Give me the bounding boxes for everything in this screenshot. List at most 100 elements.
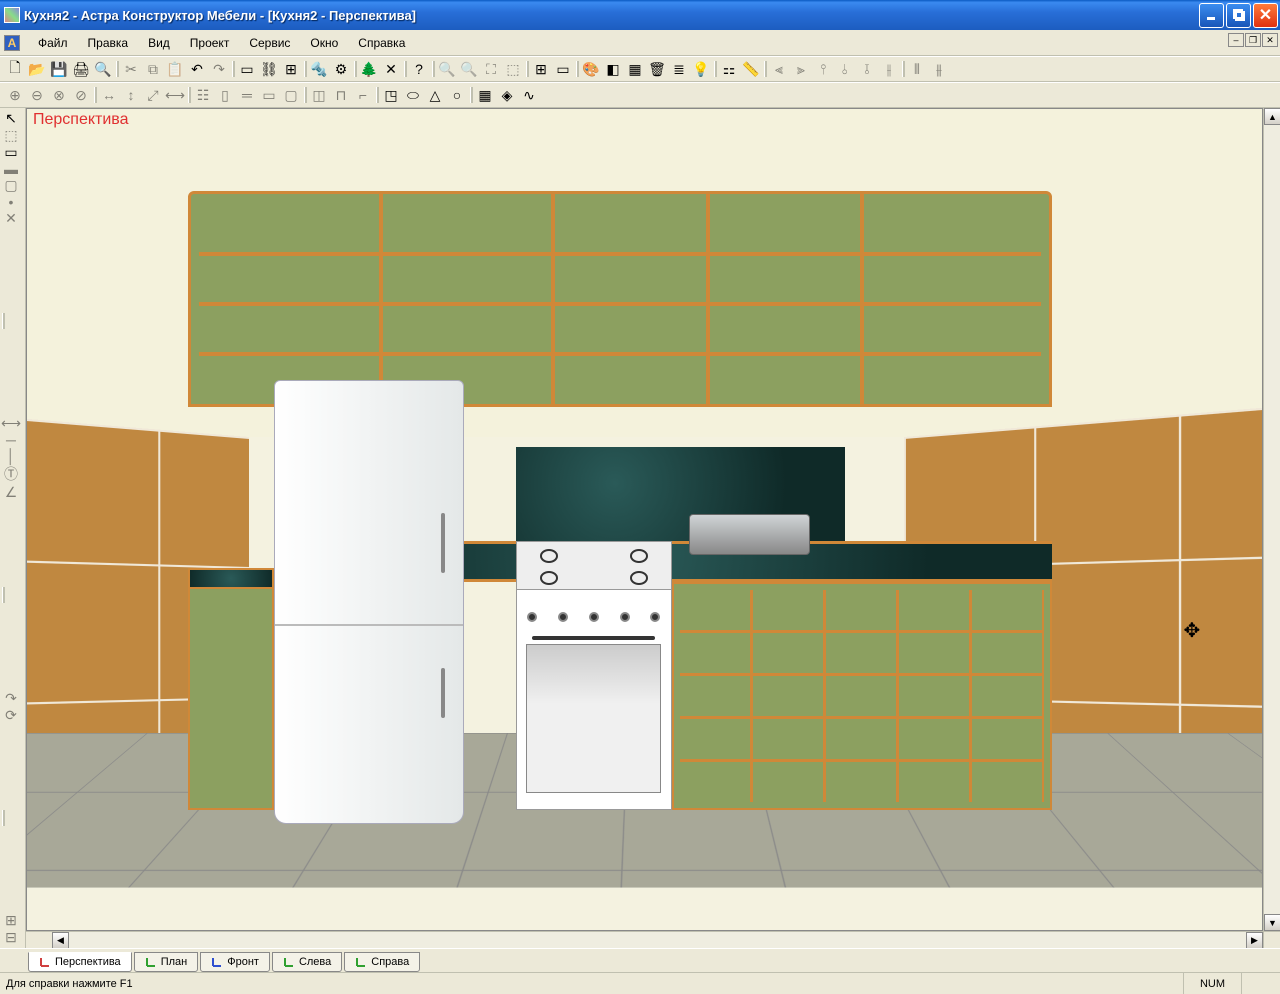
new-file-icon[interactable]: 🗋 <box>4 58 26 80</box>
scroll-right-button[interactable]: ▶ <box>1246 932 1263 948</box>
guide-v-icon: │ <box>0 448 22 464</box>
move-cursor-icon: ✥ <box>1183 618 1200 643</box>
material-icon[interactable]: ◈ <box>496 84 518 106</box>
print-preview-icon[interactable]: 🔍 <box>92 58 114 80</box>
view-axis-icon <box>355 956 367 968</box>
view-tab[interactable]: Перспектива <box>28 952 132 972</box>
zoom-fit-icon: ⛶ <box>480 58 502 80</box>
text-dim-icon: Ⓣ <box>0 464 22 484</box>
menu-item[interactable]: Правка <box>78 33 139 53</box>
mdi-restore-button[interactable]: ❐ <box>1245 33 1261 47</box>
toolbar-construction: ⊕⊖⊗⊘↔↕⤢⟷☷▯═▭▢◫⊓⌐◳⬭△○▦◈∿ <box>0 82 1280 108</box>
facade-icon: ▢ <box>280 84 302 106</box>
mdi-close-button[interactable]: ✕ <box>1262 33 1278 47</box>
construct-icon[interactable]: ⊞ <box>530 58 552 80</box>
guide-h-icon: ─ <box>0 432 22 448</box>
panel-icon[interactable]: ▭ <box>236 58 258 80</box>
dim-h-icon: ↔ <box>98 84 120 106</box>
align-right-icon: ⫸ <box>790 58 812 80</box>
menu-item[interactable]: Проект <box>180 33 240 53</box>
align-hcenter-icon: ⫱ <box>856 58 878 80</box>
dim-icon: ⟷ <box>164 84 186 106</box>
maximize-button[interactable] <box>1226 3 1251 28</box>
screw-icon[interactable]: 🔩 <box>308 58 330 80</box>
save-icon[interactable]: 💾 <box>48 58 70 80</box>
scrollbar-vertical[interactable]: ▲ ▼ <box>1263 108 1280 931</box>
rotate-icon: ⟳ <box>0 707 22 724</box>
menu-item[interactable]: Сервис <box>239 33 300 53</box>
scrollbar-horizontal[interactable]: ◀ ▶ <box>26 931 1280 948</box>
view-tab[interactable]: Фронт <box>200 952 270 972</box>
group-icon[interactable]: ⊞ <box>280 58 302 80</box>
view-axis-icon <box>283 956 295 968</box>
rect-outline-icon: ▢ <box>0 177 22 194</box>
pointer-icon[interactable]: ↖ <box>0 110 22 127</box>
box3d-icon[interactable]: ◳ <box>380 84 402 106</box>
status-resize-grip <box>1241 973 1274 994</box>
app-icon <box>4 7 20 23</box>
dim-v-icon: ↕ <box>120 84 142 106</box>
link-icon[interactable]: ⛓ <box>258 58 280 80</box>
texture-icon[interactable]: ▦ <box>474 84 496 106</box>
menu-item[interactable]: Вид <box>138 33 180 53</box>
print-icon[interactable]: 🖨 <box>70 58 92 80</box>
rectangle-icon[interactable]: ▭ <box>0 144 22 161</box>
scroll-up-button[interactable]: ▲ <box>1264 108 1280 125</box>
subtract-icon: ⊘ <box>70 84 92 106</box>
menu-item[interactable]: Окно <box>300 33 348 53</box>
side-panel-icon: ▯ <box>214 84 236 106</box>
paste-icon: 📋 <box>164 58 186 80</box>
materials-rainbow-icon[interactable]: 🎨 <box>580 58 602 80</box>
scene-3d: ✥ <box>27 109 1262 930</box>
wireframe-icon[interactable]: ▦ <box>624 58 646 80</box>
light-icon[interactable]: 💡 <box>690 58 712 80</box>
toolbar-main: 🗋📂💾🖨🔍✂⧉📋↶↷▭⛓⊞🔩⚙🌲✕?🔍🔍⛶⬚⊞▭🎨◧▦🗑≣💡⚏📏⫷⫸⫯⫰⫱⫲⫴⫵ <box>0 56 1280 82</box>
minimize-button[interactable] <box>1199 3 1224 28</box>
drill-icon[interactable]: ⚙ <box>330 58 352 80</box>
document-icon[interactable]: А <box>4 35 20 51</box>
dim-align-icon: ⤢ <box>142 84 164 106</box>
curve-icon[interactable]: ∿ <box>518 84 540 106</box>
status-num-indicator: NUM <box>1183 973 1241 994</box>
open-file-icon[interactable]: 📂 <box>26 58 48 80</box>
cylinder-icon[interactable]: ⬭ <box>402 84 424 106</box>
align-bottom-icon: ⫰ <box>834 58 856 80</box>
viewport-3d[interactable]: Перспектива <box>26 108 1263 931</box>
view-tab-label: Справа <box>371 956 409 968</box>
select-icon: ⬚ <box>0 127 22 144</box>
window-titlebar: Кухня2 - Астра Конструктор Мебели - [Кух… <box>0 0 1280 30</box>
cone-icon[interactable]: △ <box>424 84 446 106</box>
zoom-region-icon: ⬚ <box>502 58 524 80</box>
trash-icon[interactable]: 🗑 <box>646 58 668 80</box>
table-icon: ⊞ <box>0 912 22 929</box>
layers-icon[interactable]: ≣ <box>668 58 690 80</box>
delete-icon: ✕ <box>0 210 22 227</box>
mdi-minimize-button[interactable]: – <box>1228 33 1244 47</box>
view-tab[interactable]: Справа <box>344 952 420 972</box>
wall-icon: ▬ <box>0 161 22 177</box>
sphere-icon[interactable]: ○ <box>446 84 468 106</box>
view-tab[interactable]: План <box>134 952 199 972</box>
shaded-icon[interactable]: ◧ <box>602 58 624 80</box>
menu-item[interactable]: Справка <box>348 33 415 53</box>
scroll-down-button[interactable]: ▼ <box>1264 914 1280 931</box>
close-button[interactable]: ✕ <box>1253 3 1278 28</box>
door-icon[interactable]: ▭ <box>552 58 574 80</box>
scroll-left-button[interactable]: ◀ <box>52 932 69 948</box>
help-icon[interactable]: ? <box>408 58 430 80</box>
zoom-in-icon: 🔍 <box>436 58 458 80</box>
view-tab-label: Фронт <box>227 956 259 968</box>
combine-icon: ⊗ <box>48 84 70 106</box>
tree-icon[interactable]: 🌲 <box>358 58 380 80</box>
point-icon: • <box>0 194 22 210</box>
view-tab[interactable]: Слева <box>272 952 342 972</box>
menu-item[interactable]: Файл <box>28 33 78 53</box>
undo-icon[interactable]: ↶ <box>186 58 208 80</box>
align-vcenter-icon: ⫲ <box>878 58 900 80</box>
redo-icon: ↷ <box>208 58 230 80</box>
assembly-icon[interactable]: ⚏ <box>718 58 740 80</box>
window-title: Кухня2 - Астра Конструктор Мебели - [Кух… <box>24 8 1199 23</box>
toolbar-separator <box>0 724 6 912</box>
close-x-icon[interactable]: ✕ <box>380 58 402 80</box>
measure-icon[interactable]: 📏 <box>740 58 762 80</box>
